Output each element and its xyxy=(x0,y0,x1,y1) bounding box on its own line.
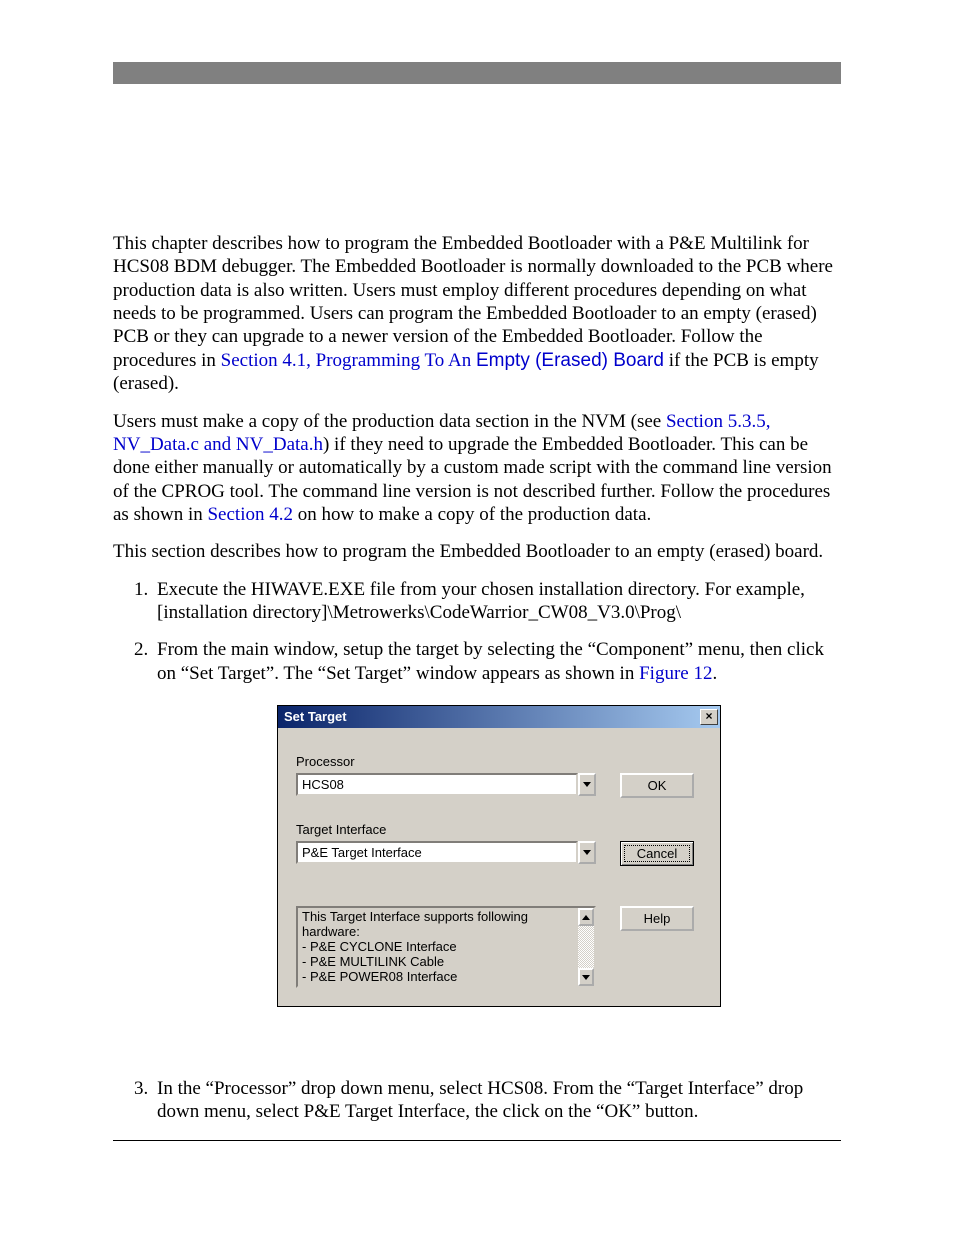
cancel-button[interactable]: Cancel xyxy=(620,841,694,866)
processor-dropdown-button[interactable] xyxy=(578,773,596,796)
target-interface-label: Target Interface xyxy=(296,822,702,838)
text: Users must make a copy of the production… xyxy=(113,411,666,432)
info-line: - P&E CYCLONE Interface xyxy=(302,940,574,955)
header-bar xyxy=(113,62,841,84)
scroll-up-button[interactable] xyxy=(578,908,594,926)
scroll-down-button[interactable] xyxy=(578,968,594,986)
text: on how to make a copy of the production … xyxy=(293,504,651,525)
chevron-down-icon xyxy=(582,975,590,980)
close-button[interactable]: × xyxy=(700,709,718,725)
target-interface-combobox[interactable] xyxy=(296,841,596,864)
chevron-down-icon xyxy=(583,850,591,855)
ok-button[interactable]: OK xyxy=(620,773,694,798)
step-2: From the main window, setup the target b… xyxy=(153,638,841,1007)
text: In the “Processor” drop down menu, selec… xyxy=(157,1078,803,1122)
footer-rule xyxy=(113,1140,841,1141)
processor-input[interactable] xyxy=(296,773,578,796)
hardware-info-box: This Target Interface supports following… xyxy=(296,906,596,988)
text: [installation directory]\Metrowerks\Code… xyxy=(157,602,681,623)
info-line: - P&E MULTILINK Cable xyxy=(302,955,574,970)
target-interface-input[interactable] xyxy=(296,841,578,864)
link-section-4-1[interactable]: Section 4.1, Programming To An xyxy=(221,350,476,371)
step-1: Execute the HIWAVE.EXE file from your ch… xyxy=(153,578,841,625)
hardware-info-text: This Target Interface supports following… xyxy=(296,906,578,988)
text: Execute the HIWAVE.EXE file from your ch… xyxy=(157,579,805,600)
intro-paragraph-1: This chapter describes how to program th… xyxy=(113,232,841,396)
link-empty-erased-board[interactable]: Empty (Erased) Board xyxy=(476,350,664,371)
scroll-track[interactable] xyxy=(578,926,594,968)
step-3: In the “Processor” drop down menu, selec… xyxy=(153,1077,841,1124)
link-figure-12[interactable]: Figure 12 xyxy=(639,663,712,684)
link-section-4-2[interactable]: Section 4.2 xyxy=(207,504,293,525)
close-icon: × xyxy=(705,709,712,723)
target-interface-dropdown-button[interactable] xyxy=(578,841,596,864)
steps-list: Execute the HIWAVE.EXE file from your ch… xyxy=(113,578,841,1124)
dialog-title: Set Target xyxy=(284,709,347,725)
text: . xyxy=(712,663,717,684)
info-line: - P&E class I to class VII target hardwa… xyxy=(302,985,574,988)
chevron-down-icon xyxy=(583,782,591,787)
info-line: This Target Interface supports following… xyxy=(302,910,574,940)
dialog-titlebar: Set Target × xyxy=(278,706,720,728)
text: From the main window, setup the target b… xyxy=(157,639,824,683)
chevron-up-icon xyxy=(582,915,590,920)
info-line: - P&E POWER08 Interface xyxy=(302,970,574,985)
processor-combobox[interactable] xyxy=(296,773,596,796)
intro-paragraph-2: Users must make a copy of the production… xyxy=(113,410,841,527)
info-scrollbar[interactable] xyxy=(578,906,596,988)
processor-label: Processor xyxy=(296,754,702,770)
section-intro: This section describes how to program th… xyxy=(113,540,841,563)
set-target-dialog: Set Target × Processor xyxy=(277,705,721,1007)
help-button[interactable]: Help xyxy=(620,906,694,931)
page-content: This chapter describes how to program th… xyxy=(113,232,841,1138)
